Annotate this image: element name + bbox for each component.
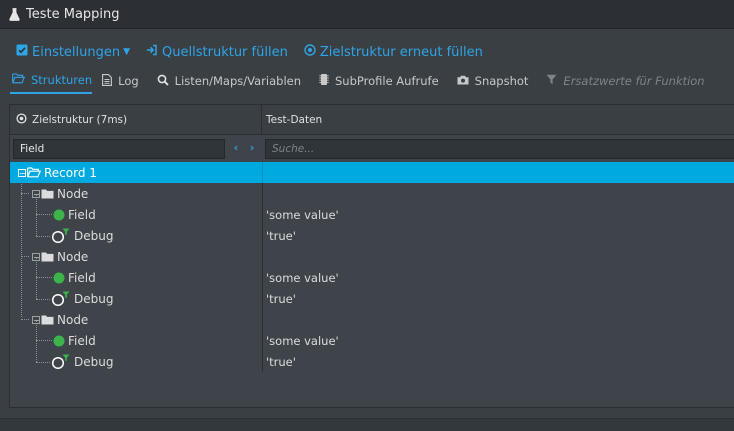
tree-row-field[interactable]: Field 'some value' — [10, 330, 734, 351]
test-data-value: 'true' — [266, 228, 296, 243]
test-data-value: 'true' — [266, 291, 296, 306]
green-dot-icon — [53, 272, 65, 284]
folder-open-icon — [27, 167, 41, 178]
camera-icon — [457, 74, 475, 88]
collapse-toggle[interactable]: − — [32, 252, 40, 261]
window-titlebar: Teste Mapping — [0, 0, 734, 29]
filter-row: ‹ › — [10, 136, 734, 163]
tab-log[interactable]: Log — [102, 68, 147, 94]
search-icon — [157, 74, 175, 89]
folder-open-icon — [12, 73, 31, 87]
test-data-value: 'some value' — [266, 207, 339, 222]
chevron-down-icon: ▼ — [123, 47, 131, 57]
bottom-bar — [0, 418, 734, 431]
tab-listen-maps-variablen[interactable]: Listen/Maps/Variablen — [157, 68, 309, 94]
previous-match-arrow-icon[interactable]: ‹ — [228, 141, 244, 154]
tab-label: Ersatzwerte für Funktion — [563, 74, 705, 88]
target-structure-title: Zielstruktur (7ms) — [32, 113, 128, 126]
refill-target-button[interactable]: Zielstruktur erneut füllen — [304, 44, 483, 60]
tree-node-label: Node — [57, 312, 89, 327]
collapse-toggle[interactable]: − — [32, 315, 40, 324]
target-icon — [16, 112, 32, 127]
tab-label: Listen/Maps/Variablen — [174, 74, 301, 88]
window-title: Teste Mapping — [26, 6, 120, 22]
tab-label: Strukturen — [31, 73, 93, 87]
sign-in-icon — [146, 44, 162, 60]
tree-row-debug[interactable]: Debug 'true' — [10, 351, 734, 372]
refill-target-label: Zielstruktur erneut füllen — [319, 44, 483, 60]
green-dot-icon — [53, 335, 65, 347]
next-match-arrow-icon[interactable]: › — [244, 141, 260, 154]
empty-circle-with-filter-icon — [51, 228, 71, 244]
tab-label: Snapshot — [474, 74, 529, 88]
tab-label: SubProfile Aufrufe — [335, 74, 439, 88]
test-data-value: 'true' — [266, 354, 296, 369]
checkbox-icon — [16, 44, 32, 60]
test-data-title: Test-Daten — [266, 113, 323, 126]
tab-ersatzwerte-fuer-funktion[interactable]: Ersatzwerte für Funktion — [546, 68, 712, 94]
empty-circle-with-filter-icon — [51, 354, 71, 370]
test-data-value: 'some value' — [266, 333, 339, 348]
empty-circle-with-filter-icon — [51, 291, 71, 307]
document-icon — [102, 73, 118, 89]
action-toolbar: Einstellungen ▼ Quellstruktur füllen Zie… — [0, 42, 483, 62]
tab-subprofile-aufrufe[interactable]: SubProfile Aufrufe — [319, 68, 447, 94]
tree-row-field[interactable]: Field 'some value' — [10, 267, 734, 288]
tab-strukturen[interactable]: Strukturen — [10, 68, 93, 94]
fill-source-button[interactable]: Quellstruktur füllen — [146, 44, 288, 60]
folder-icon — [41, 315, 54, 325]
field-filter-input[interactable] — [13, 139, 225, 159]
filter-icon — [546, 74, 563, 88]
tree-row-record[interactable]: − Record 1 — [10, 162, 734, 183]
tree-node-label: Node — [57, 186, 89, 201]
target-icon — [304, 44, 320, 60]
folder-icon — [41, 252, 54, 262]
tree-row-debug[interactable]: Debug 'true' — [10, 225, 734, 246]
folder-icon — [41, 189, 54, 199]
collapse-toggle[interactable]: − — [18, 168, 26, 177]
tab-snapshot[interactable]: Snapshot — [457, 68, 537, 94]
tree-node-label: Debug — [74, 228, 114, 243]
tree-node-label: Debug — [74, 291, 114, 306]
tree-node-label: Node — [57, 249, 89, 264]
settings-dropdown-button[interactable]: Einstellungen ▼ — [16, 44, 130, 60]
match-navigation: ‹ › — [228, 141, 260, 154]
structure-tree: − Record 1 − Node Field 'some value' Deb… — [10, 162, 734, 372]
flask-icon — [8, 7, 20, 21]
tree-row-node[interactable]: − Node — [10, 183, 734, 204]
target-structure-header: Zielstruktur (7ms) — [10, 105, 262, 135]
collapse-toggle[interactable]: − — [32, 189, 40, 198]
tree-row-debug[interactable]: Debug 'true' — [10, 288, 734, 309]
search-input[interactable] — [265, 139, 734, 159]
tree-node-label: Field — [68, 207, 96, 222]
green-dot-icon — [53, 209, 65, 221]
tree-row-node[interactable]: − Node — [10, 309, 734, 330]
tree-node-label: Field — [68, 270, 96, 285]
tab-bar: Strukturen Log Listen/Maps/Variablen Sub… — [0, 68, 734, 94]
tree-node-label: Debug — [74, 354, 114, 369]
tab-label: Log — [118, 74, 139, 88]
test-data-header: Test-Daten — [262, 105, 734, 135]
microchip-icon — [319, 73, 335, 89]
tree-node-label: Field — [68, 333, 96, 348]
fill-source-label: Quellstruktur füllen — [162, 44, 288, 60]
structure-panel: Zielstruktur (7ms) Test-Daten ‹ › − — [9, 104, 734, 408]
settings-label: Einstellungen — [32, 44, 121, 60]
test-data-value: 'some value' — [266, 270, 339, 285]
tree-node-label: Record 1 — [44, 165, 97, 180]
tree-row-field[interactable]: Field 'some value' — [10, 204, 734, 225]
tree-row-node[interactable]: − Node — [10, 246, 734, 267]
